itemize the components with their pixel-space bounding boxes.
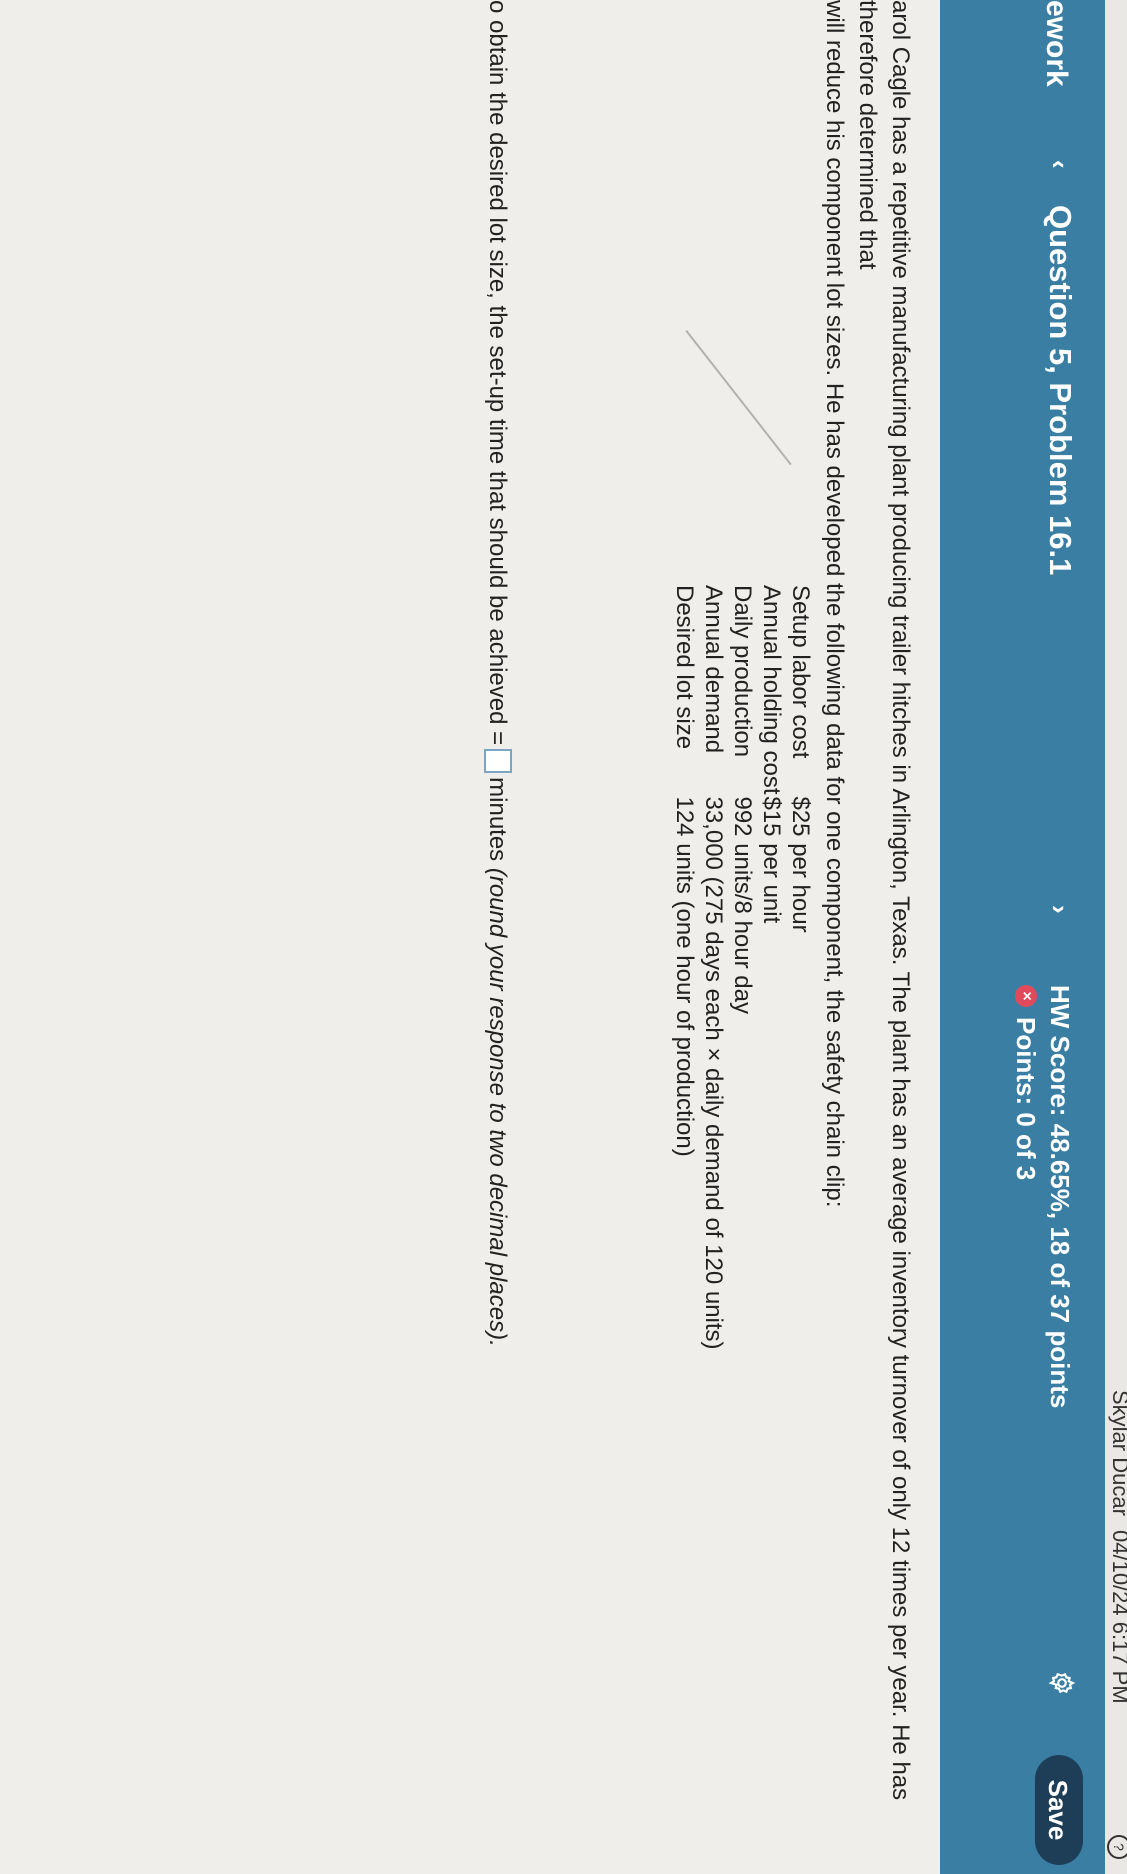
answer-unit: minutes: [484, 777, 511, 862]
table-row: Annual demand 33,000 (275 days each × da…: [699, 585, 728, 1350]
screen: Skylar Ducar 04/10/24 6:17 PM ? ework ‹ …: [0, 0, 1127, 1874]
points-text: Points: 0 of 3: [1011, 1017, 1041, 1181]
row-label: Annual holding cost: [758, 585, 785, 795]
table-row: Setup labor cost $25 per hour: [786, 585, 815, 1350]
gear-icon[interactable]: [1048, 1670, 1076, 1696]
problem-statement: arol Cagle has a repetitive manufacturin…: [818, 0, 917, 1860]
points-status: × Points: 0 of 3: [1010, 985, 1041, 1180]
question-title: Question 5, Problem 16.1: [1043, 205, 1078, 576]
user-name: Skylar Ducar: [1108, 1390, 1127, 1516]
screen-smudge: [685, 330, 792, 466]
header-bar: ework ‹ Question 5, Problem 16.1 › HW Sc…: [940, 0, 1105, 1874]
problem-line-2: will reduce his component lot sizes. He …: [821, 0, 848, 1208]
table-row: Annual holding cost $15 per unit: [757, 585, 786, 1350]
hw-score: HW Score: 48.65%, 18 of 37 points: [1045, 985, 1075, 1409]
row-label: Desired lot size: [671, 585, 698, 750]
previous-question-icon[interactable]: ‹: [1044, 160, 1075, 169]
component-data-table: Setup labor cost $25 per hour Annual hol…: [670, 585, 815, 1350]
brand-title: ework: [1040, 0, 1073, 87]
setup-time-input[interactable]: [484, 749, 513, 774]
answer-prompt: o obtain the desired lot size, the set-u…: [484, 0, 511, 746]
row-value: $25 per hour: [787, 796, 814, 933]
save-button[interactable]: Save: [1035, 1755, 1083, 1865]
table-row: Desired lot size 124 units (one hour of …: [670, 585, 699, 1350]
row-value: 124 units (one hour of production): [671, 796, 698, 1157]
incorrect-icon: ×: [1014, 985, 1037, 1007]
row-label: Setup labor cost: [787, 585, 814, 759]
answer-hint: (round your response to two decimal plac…: [484, 867, 511, 1347]
answer-line: o obtain the desired lot size, the set-u…: [482, 0, 513, 1347]
table-row: Daily production 992 units/8 hour day: [728, 585, 757, 1350]
row-label: Daily production: [729, 585, 756, 758]
status-bar: Skylar Ducar 04/10/24 6:17 PM ?: [1105, 0, 1127, 1874]
row-value: $15 per unit: [758, 796, 785, 924]
problem-line-1: arol Cagle has a repetitive manufacturin…: [854, 0, 914, 1801]
row-value: 992 units/8 hour day: [729, 796, 756, 1014]
help-icon[interactable]: ?: [1107, 1835, 1127, 1859]
row-value: 33,000 (275 days each × daily demand of …: [700, 796, 727, 1350]
next-question-icon[interactable]: ›: [1044, 905, 1075, 914]
row-label: Annual demand: [700, 585, 727, 754]
datetime: 04/10/24 6:17 PM: [1108, 1530, 1127, 1704]
